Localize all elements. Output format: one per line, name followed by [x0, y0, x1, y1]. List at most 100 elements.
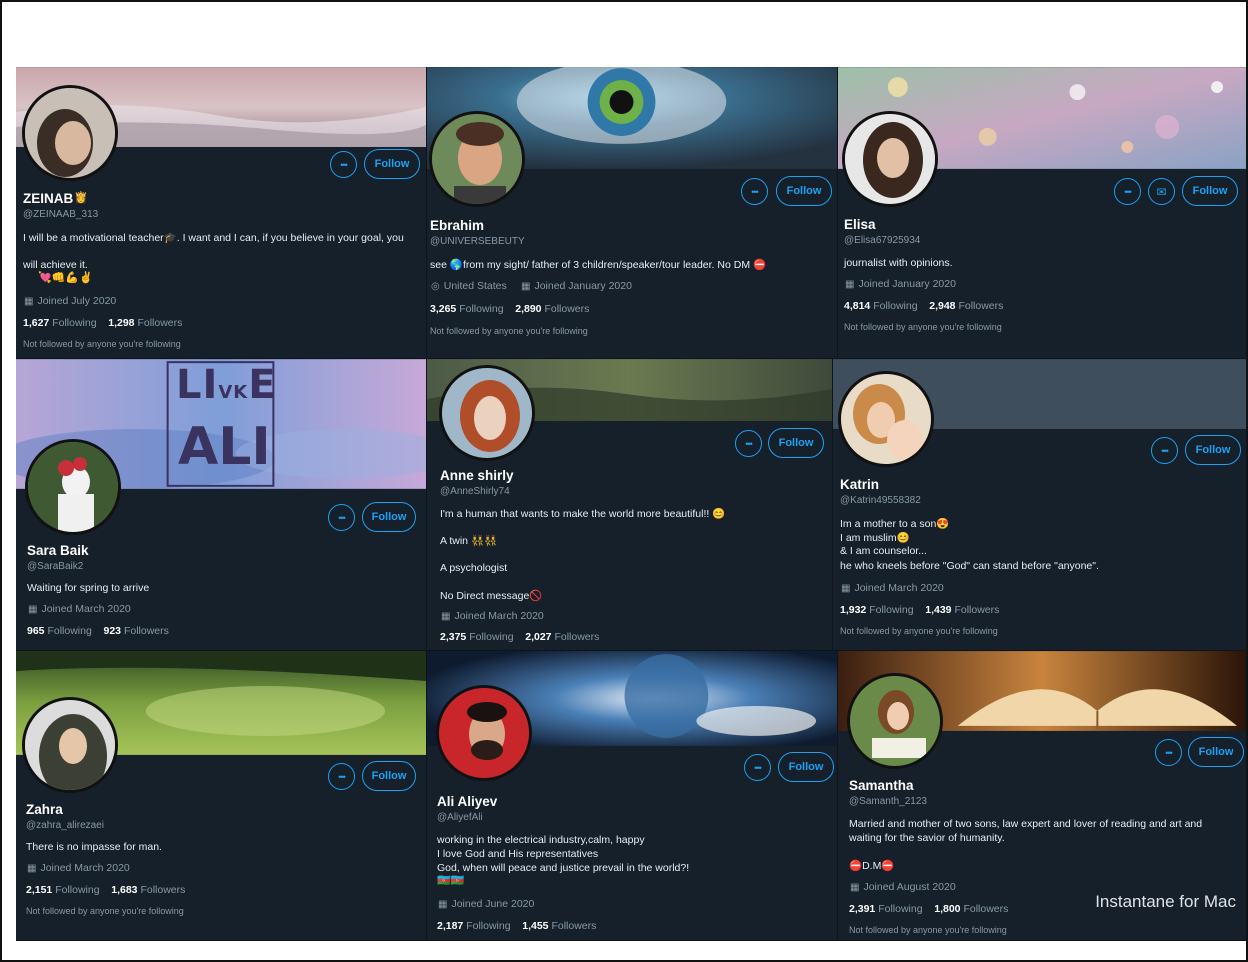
profile-name: Sara Baik: [27, 543, 89, 558]
joined-date: ▦ Joined July 2020: [24, 295, 117, 307]
avatar[interactable]: [847, 673, 943, 769]
profile-bio: I'm a human that wants to make the world…: [440, 508, 726, 520]
follow-button[interactable]: Follow: [1188, 737, 1244, 767]
more-options-button[interactable]: •••: [735, 430, 762, 457]
more-options-button[interactable]: •••: [1114, 178, 1141, 205]
profiles-grid: ••• Follow ZEINAB 👸 @ZEINAAB_313 I will …: [16, 67, 1247, 941]
more-options-button[interactable]: •••: [328, 763, 355, 790]
profile-name: ZEINAB: [23, 191, 74, 206]
watermark: Instantane for Mac: [1095, 892, 1236, 911]
joined-date: ▦ Joined March 2020: [841, 582, 944, 594]
more-options-button[interactable]: •••: [744, 754, 771, 781]
calendar-icon: ▦: [521, 281, 531, 292]
flag-emojis: 🇦🇿🇦🇿: [437, 875, 465, 887]
follow-stats[interactable]: 1,932 Following 1,439 Followers: [840, 604, 999, 616]
profile-handle: @AliyefAli: [437, 812, 483, 823]
location: ◎ United States: [431, 280, 507, 292]
calendar-icon: ▦: [24, 296, 34, 307]
profile-bio-line3: ⛔D.M⛔: [849, 860, 895, 872]
follow-button[interactable]: Follow: [362, 761, 416, 791]
profile-card-ebrahim: ••• Follow Ebrahim @UNIVERSEBEUTY see 🌎f…: [427, 67, 838, 359]
follow-stats[interactable]: 1,627 Following 1,298 Followers: [23, 317, 182, 329]
profile-bio: see 🌎from my sight/ father of 3 children…: [430, 259, 767, 271]
joined-date: ▦ Joined January 2020: [845, 278, 956, 290]
calendar-icon: ▦: [841, 583, 851, 594]
profile-card-katrin: ••• Follow Katrin @Katrin49558382 Im a m…: [833, 359, 1247, 651]
joined-date: ▦ Joined March 2020: [441, 610, 544, 622]
profile-handle: @Samanth_2123: [849, 796, 927, 807]
profile-card-elisa: ••• ✉ Follow Elisa @Elisa67925934 journa…: [838, 67, 1247, 359]
follow-button[interactable]: Follow: [364, 149, 420, 179]
profile-name: Ebrahim: [430, 218, 485, 233]
more-options-button[interactable]: •••: [1151, 437, 1178, 464]
profile-card-sara-baik: LIVKE ALI ••• Follow Sara Baik @SaraBaik…: [16, 359, 427, 651]
profile-name: Samantha: [849, 778, 914, 793]
joined-date: ▦ Joined August 2020: [850, 881, 956, 893]
follow-stats[interactable]: 3,265 Following 2,890 Followers: [430, 303, 589, 315]
follow-stats[interactable]: 2,375 Following 2,027 Followers: [440, 631, 599, 643]
more-options-button[interactable]: •••: [328, 504, 355, 531]
profile-handle: @zahra_alirezaei: [26, 820, 104, 831]
follow-stats[interactable]: 4,814 Following 2,948 Followers: [844, 300, 1003, 312]
profile-card-zahra: ••• Follow Zahra @zahra_alirezaei There …: [16, 651, 427, 941]
profile-bio-line2: I love God and His representatives: [437, 848, 599, 860]
followed-by-note: Not followed by anyone you're following: [840, 626, 998, 636]
profile-bio-line2: waiting for the savior of humanity.: [849, 832, 1005, 844]
profile-card-zeinab: ••• Follow ZEINAB 👸 @ZEINAAB_313 I will …: [16, 67, 427, 359]
followed-by-note: Not followed by anyone you're following: [844, 322, 1002, 332]
profile-name: Anne shirly: [440, 468, 514, 483]
follow-button[interactable]: Follow: [1185, 435, 1241, 465]
location-pin-icon: ◎: [431, 281, 440, 292]
calendar-icon: ▦: [850, 882, 860, 893]
calendar-icon: ▦: [845, 279, 855, 290]
profile-handle: @ZEINAAB_313: [23, 209, 99, 220]
profile-bio-line2: A twin 👯👯: [440, 535, 498, 547]
avatar[interactable]: [439, 365, 535, 461]
profile-card-anne-shirly: ••• Follow Anne shirly @AnneShirly74 I'm…: [427, 359, 833, 651]
message-icon[interactable]: ✉: [1148, 178, 1175, 205]
profile-handle: @AnneShirly74: [440, 486, 510, 497]
banner-text: ALI: [178, 417, 271, 477]
profile-bio: I will be a motivational teacher🎓. I wan…: [23, 232, 404, 244]
more-options-button[interactable]: •••: [741, 178, 768, 205]
profile-bio-line3: A psychologist: [440, 562, 508, 574]
follow-stats[interactable]: 2,391 Following 1,800 Followers: [849, 903, 1008, 915]
follow-stats[interactable]: 2,187 Following 1,455 Followers: [437, 920, 596, 932]
profile-bio: There is no impasse for man.: [26, 841, 162, 853]
calendar-icon: ▦: [28, 604, 38, 615]
profile-card-samantha: ••• Follow Samantha @Samanth_2123 Marrie…: [838, 651, 1247, 941]
joined-date: ▦ Joined June 2020: [438, 898, 535, 910]
profile-bio: Married and mother of two sons, law expe…: [849, 818, 1203, 830]
avatar[interactable]: [436, 685, 532, 781]
profile-bio-line4: he who kneels before "God" can stand bef…: [840, 560, 1099, 572]
avatar[interactable]: [22, 85, 118, 181]
avatar[interactable]: [22, 697, 118, 793]
follow-button[interactable]: Follow: [778, 752, 834, 782]
more-options-button[interactable]: •••: [330, 151, 357, 178]
avatar[interactable]: [429, 111, 525, 207]
profile-bio: journalist with opinions.: [844, 257, 953, 269]
follow-button[interactable]: Follow: [1182, 176, 1238, 206]
follow-button[interactable]: Follow: [776, 176, 832, 206]
calendar-icon: ▦: [441, 611, 451, 622]
banner-text: LIVKE: [176, 362, 277, 408]
profile-card-ali-aliyev: ••• Follow Ali Aliyev @AliyefAli working…: [427, 651, 838, 941]
profile-bio-line2: will achieve it.: [23, 259, 88, 271]
profile-name: Katrin: [840, 477, 880, 492]
followed-by-note: Not followed by anyone you're following: [23, 339, 181, 349]
profile-handle: @UNIVERSEBEUTY: [430, 236, 525, 247]
profile-bio-line3: God, when will peace and justice prevail…: [437, 862, 690, 874]
follow-button[interactable]: Follow: [362, 502, 416, 532]
more-options-button[interactable]: •••: [1155, 739, 1182, 766]
calendar-icon: ▦: [27, 863, 37, 874]
follow-stats[interactable]: 2,151 Following 1,683 Followers: [26, 884, 185, 896]
profile-handle: @Elisa67925934: [844, 235, 921, 246]
followed-by-note: Not followed by anyone you're following: [26, 906, 184, 916]
avatar[interactable]: [25, 439, 121, 535]
avatar[interactable]: [838, 371, 934, 467]
avatar[interactable]: [842, 111, 938, 207]
follow-button[interactable]: Follow: [768, 428, 824, 458]
emoji-badge: 👸: [74, 192, 88, 204]
profile-bio-line3: & I am counselor...: [840, 545, 927, 557]
follow-stats[interactable]: 965 Following 923 Followers: [27, 625, 169, 637]
